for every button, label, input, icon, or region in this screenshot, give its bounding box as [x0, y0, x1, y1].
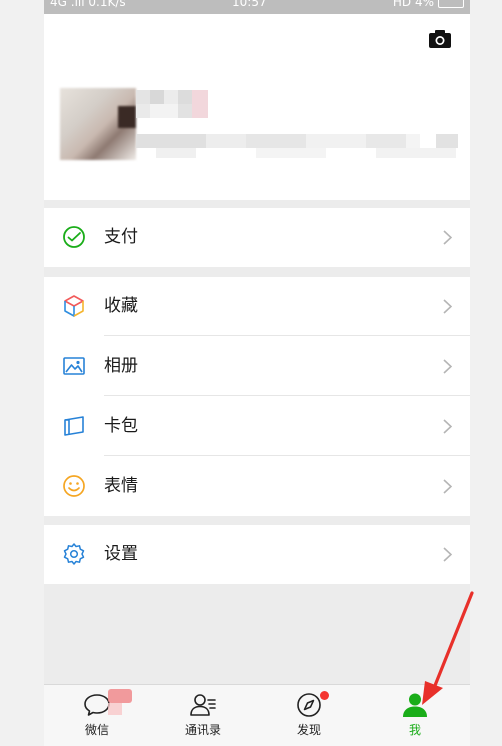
gear-icon [63, 543, 85, 565]
chevron-right-icon [443, 230, 452, 245]
bottom-tab-bar: 微信 通讯录 发现 我 [44, 684, 470, 746]
status-time: 10:57 [232, 0, 267, 9]
tab-discover[interactable]: 发现 [256, 685, 362, 746]
settings-section: 设置 [44, 525, 470, 584]
wechat-pay-icon [63, 226, 85, 248]
menu-item-label: 表情 [104, 476, 138, 496]
chevron-right-icon [443, 419, 452, 434]
tab-label: 发现 [296, 723, 321, 737]
menu-item-pay[interactable]: 支付 [44, 208, 470, 267]
profile-card[interactable] [44, 14, 470, 200]
picture-icon [63, 357, 85, 375]
cube-icon [64, 295, 84, 317]
menu-item-label: 设置 [104, 544, 138, 564]
menu-item-label: 相册 [104, 356, 138, 376]
wechat-me-screen: 4G .ıll 0.1K/s 10:57 HD 4% 支付 收藏 相册 卡包 表… [44, 0, 470, 746]
tab-label: 我 [408, 723, 421, 737]
features-section: 收藏 相册 卡包 表情 [44, 277, 470, 516]
row-separator [104, 335, 470, 336]
battery-icon [438, 0, 464, 8]
tab-label: 微信 [84, 723, 109, 737]
avatar[interactable] [60, 88, 136, 160]
blurred-wechat-id [136, 134, 466, 160]
wallet-icon [64, 416, 84, 436]
blurred-badge-tail [108, 703, 122, 715]
row-separator [104, 455, 470, 456]
menu-item-cards[interactable]: 卡包 [44, 397, 470, 456]
tab-contacts[interactable]: 通讯录 [150, 685, 256, 746]
me-icon [403, 693, 427, 717]
tab-label: 通讯录 [184, 723, 221, 737]
camera-icon[interactable] [429, 30, 451, 48]
menu-item-label: 支付 [104, 227, 138, 247]
pay-section: 支付 [44, 208, 470, 267]
status-indicators: HD 4% [392, 0, 434, 9]
chevron-right-icon [443, 359, 452, 374]
chevron-right-icon [443, 479, 452, 494]
contacts-icon [190, 694, 216, 716]
blurred-nickname [136, 90, 216, 120]
blurred-badge [108, 689, 132, 703]
menu-item-stickers[interactable]: 表情 [44, 457, 470, 516]
status-bar: 4G .ıll 0.1K/s 10:57 HD 4% [44, 0, 470, 14]
status-network: 4G .ıll 0.1K/s [50, 0, 126, 9]
notification-dot [320, 691, 329, 700]
menu-item-album[interactable]: 相册 [44, 337, 470, 396]
tab-me[interactable]: 我 [362, 685, 468, 746]
menu-item-favorites[interactable]: 收藏 [44, 277, 470, 336]
menu-item-settings[interactable]: 设置 [44, 525, 470, 584]
chevron-right-icon [443, 299, 452, 314]
smiley-icon [63, 475, 85, 497]
row-separator [104, 395, 470, 396]
menu-item-label: 卡包 [104, 416, 138, 436]
menu-item-label: 收藏 [104, 296, 138, 316]
tab-chats[interactable]: 微信 [44, 685, 150, 746]
chevron-right-icon [443, 547, 452, 562]
